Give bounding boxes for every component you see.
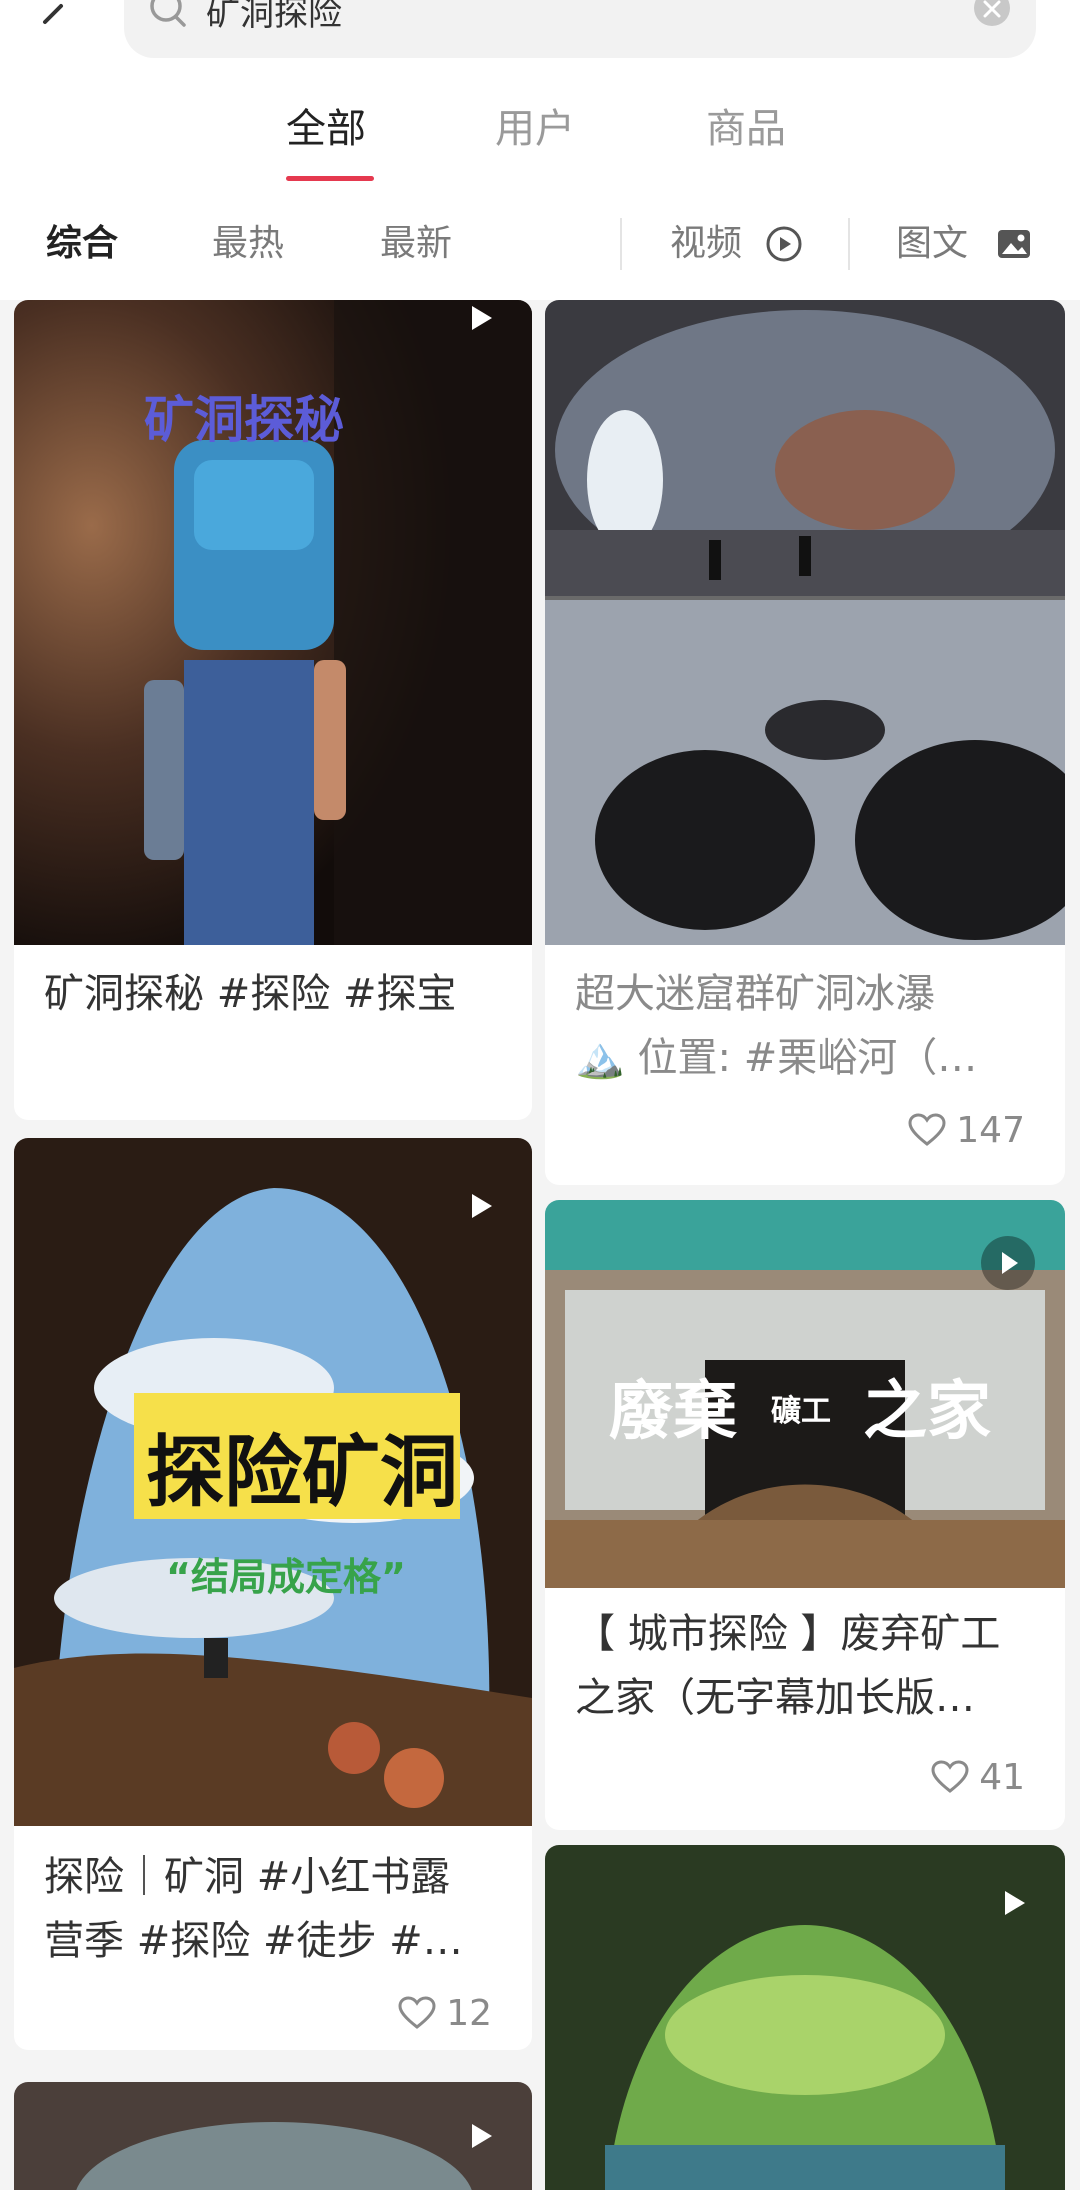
like-count[interactable]: 41 xyxy=(931,1752,1025,1802)
clear-search-icon[interactable] xyxy=(972,0,1012,30)
note-title-line-1: 【 城市探险 】废弃矿工 xyxy=(575,1611,1001,1657)
search-input[interactable]: 矿洞探险 xyxy=(206,0,342,34)
video-play-icon xyxy=(1005,1891,1025,1915)
result-feed: 矿洞探秘 矿洞探秘 #探险 #探宝 超大迷窟群矿洞冰瀑 🏔️ 位置: #栗峪河（… xyxy=(0,300,1080,2190)
note-cover-image xyxy=(545,300,1065,945)
play-circle-icon xyxy=(766,226,802,262)
like-count-value: 41 xyxy=(979,1756,1025,1798)
note-cover-image xyxy=(14,2082,532,2190)
result-tabs: 全部 用户 商品 xyxy=(0,96,1080,186)
cover-overlay-text: 探险矿洞 xyxy=(146,1428,459,1518)
search-header: 矿洞探险 全部 用户 商品 综合 最热 最新 视频 图文 xyxy=(0,0,1080,300)
like-count[interactable]: 147 xyxy=(908,1105,1025,1155)
note-card[interactable]: 探险矿洞 “结局成定格” 探险｜矿洞 #小红书露 营季 #探险 #徒步 #… 1… xyxy=(14,1138,532,2050)
video-play-icon xyxy=(472,306,492,330)
tab-products[interactable]: 商品 xyxy=(706,96,786,162)
note-card[interactable]: 超大迷窟群矿洞冰瀑 🏔️ 位置: #栗峪河（… 147 xyxy=(545,300,1065,1185)
image-icon xyxy=(998,230,1030,258)
filter-comprehensive[interactable]: 综合 xyxy=(46,210,118,278)
cover-overlay-text: 矿洞探秘 xyxy=(144,391,344,449)
note-title-line-1: 探险｜矿洞 #小红书露 xyxy=(44,1854,451,1900)
cover-overlay-text: 廢棄 xyxy=(609,1375,737,1449)
back-arrow-icon xyxy=(43,4,63,24)
video-play-icon xyxy=(981,1236,1035,1290)
video-play-icon xyxy=(472,1194,492,1218)
filter-hottest[interactable]: 最热 xyxy=(212,210,284,278)
filter-divider xyxy=(620,218,622,270)
cover-overlay-text: 之家 xyxy=(863,1375,991,1449)
note-card[interactable]: 廢棄 礦工 之家 【 城市探险 】废弃矿工 之家（无字幕加长版… 41 xyxy=(545,1200,1065,1830)
note-title: 矿洞探秘 #探险 #探宝 xyxy=(44,971,457,1017)
cover-overlay-subtitle: “结局成定格” xyxy=(166,1555,406,1599)
active-tab-indicator xyxy=(286,176,374,181)
back-button[interactable] xyxy=(28,0,78,44)
like-count-value: 12 xyxy=(446,1992,492,2034)
filter-video[interactable]: 视频 xyxy=(670,210,742,278)
like-count-value: 147 xyxy=(956,1109,1025,1151)
note-cover-image xyxy=(545,1845,1065,2190)
note-title-line-1: 超大迷窟群矿洞冰瀑 xyxy=(575,971,935,1017)
heart-icon xyxy=(931,1760,969,1793)
note-card[interactable]: 矿洞探秘 矿洞探秘 #探险 #探宝 xyxy=(14,300,532,1120)
note-title-line-2: 之家（无字幕加长版… xyxy=(575,1675,975,1721)
search-results-page: 矿洞探险 全部 用户 商品 综合 最热 最新 视频 图文 矿洞探秘 矿洞探秘 #… xyxy=(0,0,1080,2190)
note-card[interactable] xyxy=(14,2082,532,2190)
tab-users[interactable]: 用户 xyxy=(495,96,575,162)
filter-image-text[interactable]: 图文 xyxy=(896,210,968,278)
filter-bar: 综合 最热 最新 视频 图文 xyxy=(0,210,1080,278)
note-title-line-2: 营季 #探险 #徒步 #… xyxy=(44,1918,463,1964)
cover-overlay-text: 礦工 xyxy=(771,1394,831,1429)
tab-all[interactable]: 全部 xyxy=(286,96,366,162)
filter-newest[interactable]: 最新 xyxy=(380,210,452,278)
video-play-icon xyxy=(472,2124,492,2148)
search-icon xyxy=(150,0,186,27)
note-title-line-2: 🏔️ 位置: #栗峪河（… xyxy=(575,1035,978,1081)
search-bar[interactable]: 矿洞探险 xyxy=(124,0,1036,58)
heart-icon xyxy=(908,1113,946,1146)
heart-icon xyxy=(398,1996,436,2029)
like-count[interactable]: 12 xyxy=(398,1988,492,2038)
note-card[interactable] xyxy=(545,1845,1065,2190)
filter-divider xyxy=(848,218,850,270)
